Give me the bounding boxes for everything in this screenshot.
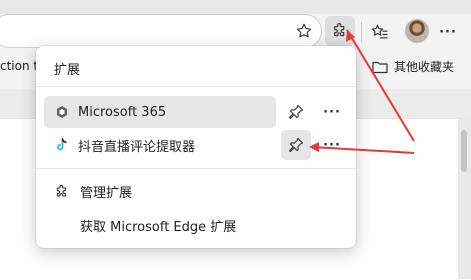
get-extensions-label: 获取 Microsoft Edge 扩展 <box>80 220 237 235</box>
extension-item-microsoft365[interactable]: Microsoft 365 <box>44 96 276 128</box>
more-dots-icon: ··· <box>323 137 341 153</box>
star-icon <box>296 23 312 38</box>
pin-icon <box>288 137 304 153</box>
extensions-popup: 扩展 Microsoft 365 ··· 抖音直播评论提取器 ··· 管理扩展 … <box>36 46 356 248</box>
pin-icon <box>288 104 304 120</box>
tab-strip <box>0 0 471 14</box>
more-dots-icon: ··· <box>439 24 457 40</box>
extension-name: Microsoft 365 <box>78 104 167 120</box>
pin-button-douyin-extractor[interactable] <box>281 130 311 160</box>
profile-avatar[interactable] <box>405 19 429 43</box>
extensions-button[interactable] <box>325 16 355 46</box>
favorites-icon <box>371 24 388 39</box>
manage-extensions-link[interactable]: 管理扩展 <box>54 182 132 201</box>
more-actions-microsoft365[interactable]: ··· <box>317 97 347 127</box>
extension-name: 抖音直播评论提取器 <box>78 139 196 155</box>
microsoft365-icon <box>54 104 70 120</box>
more-actions-douyin-extractor[interactable]: ··· <box>317 130 347 160</box>
get-edge-extensions-link[interactable]: 获取 Microsoft Edge 扩展 <box>80 216 236 235</box>
extension-item-douyin-extractor[interactable]: 抖音直播评论提取器 <box>44 129 276 161</box>
bookmark-folder-other[interactable]: 其他收藏夹 <box>372 58 454 75</box>
popup-divider-top <box>36 86 356 87</box>
folder-icon <box>372 61 388 73</box>
address-bar[interactable] <box>0 14 322 48</box>
puzzle-icon <box>334 23 345 37</box>
popup-title: 扩展 <box>54 63 81 78</box>
more-dots-icon: ··· <box>323 104 341 120</box>
scrollbar-thumb[interactable] <box>461 130 467 172</box>
pin-button-microsoft365[interactable] <box>281 97 311 127</box>
puzzle-icon <box>56 184 66 197</box>
bookmark-folder-label: 其他收藏夹 <box>394 60 455 74</box>
toolbar-separator <box>361 22 362 42</box>
tiktok-icon <box>54 137 70 153</box>
popup-divider-bottom <box>36 168 356 169</box>
manage-extensions-label: 管理扩展 <box>80 186 133 201</box>
settings-more-button[interactable]: ··· <box>436 20 460 44</box>
favorite-star-button[interactable] <box>293 20 315 42</box>
favorites-button[interactable] <box>368 20 392 44</box>
